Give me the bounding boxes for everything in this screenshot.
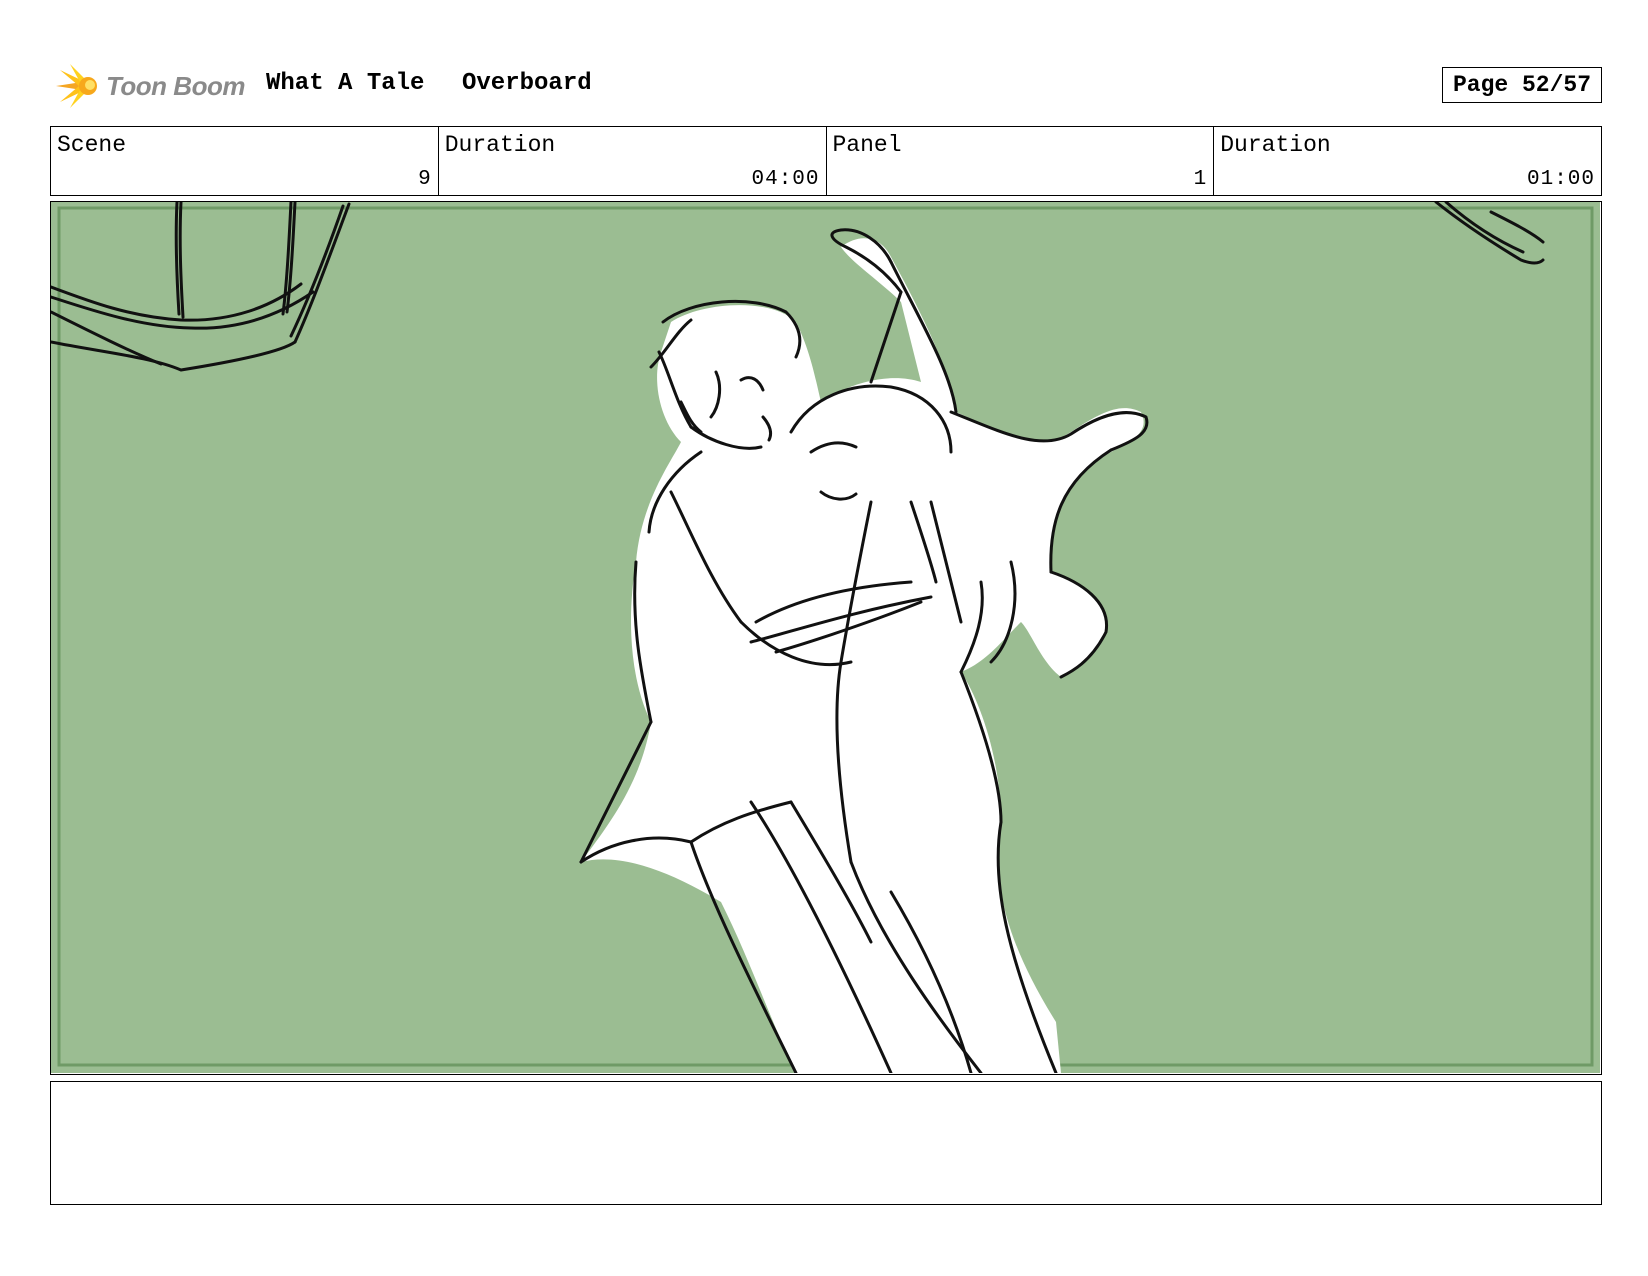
- scene-cell: Scene 9: [51, 127, 439, 195]
- logo-text: Toon Boom: [106, 70, 245, 101]
- scene-value: 9: [418, 168, 432, 191]
- panel-duration-value: 01:00: [1526, 168, 1595, 191]
- page-indicator: Page 52/57: [1442, 67, 1602, 103]
- scene-title: Overboard: [462, 70, 592, 97]
- panel-sketch: [51, 202, 1600, 1073]
- scene-duration-label: Duration: [444, 132, 556, 158]
- panel-duration-cell: Duration 01:00: [1214, 127, 1601, 195]
- scene-duration-value: 04:00: [751, 168, 820, 191]
- panel-value: 1: [1193, 168, 1208, 191]
- panel-label: Panel: [832, 132, 902, 158]
- panel-cell: Panel 1: [827, 127, 1215, 195]
- scene-duration-cell: Duration 04:00: [439, 127, 827, 195]
- panel-duration-label: Duration: [1220, 132, 1331, 158]
- panel-notes-box: [50, 1081, 1602, 1205]
- toon-boom-logo: Toon Boom: [52, 58, 252, 114]
- project-title: What A Tale: [266, 70, 425, 97]
- storyboard-panel: [50, 201, 1602, 1075]
- scene-label: Scene: [57, 132, 127, 158]
- toon-boom-burst-icon: [56, 64, 97, 108]
- panel-info-row: Scene 9 Duration 04:00 Panel 1 Duration …: [50, 126, 1602, 196]
